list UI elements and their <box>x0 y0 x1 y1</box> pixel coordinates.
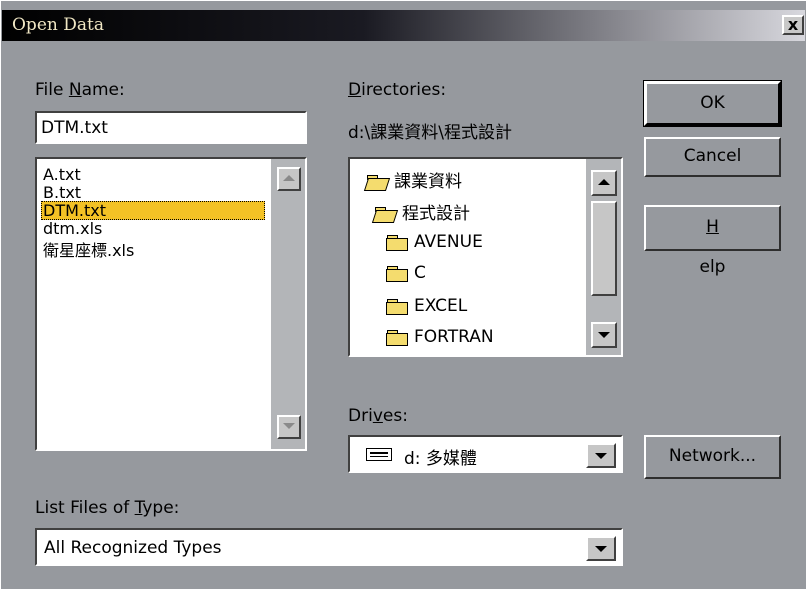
help-button[interactable]: Help <box>644 205 781 277</box>
close-button[interactable]: x <box>782 15 804 35</box>
folder-icon <box>386 234 408 251</box>
file-type-dropdown-button[interactable] <box>586 536 616 561</box>
folder-icon <box>386 265 408 282</box>
open-folder-icon <box>363 174 391 191</box>
file-name-value: DTM.txt <box>41 118 108 138</box>
directory-item[interactable]: EXCEL <box>386 296 467 316</box>
scroll-down-button[interactable] <box>277 415 301 439</box>
file-list-item[interactable]: 衛星座標.xls <box>43 237 134 261</box>
directory-item-label: C <box>414 263 426 283</box>
file-list-item[interactable]: dtm.xls <box>43 219 102 238</box>
scroll-up-button[interactable] <box>277 167 301 191</box>
scroll-up-button[interactable] <box>591 170 617 196</box>
file-type-value: All Recognized Types <box>44 538 222 558</box>
directory-item[interactable]: 程式設計 <box>371 199 470 224</box>
directory-list[interactable]: 課業資料 程式設計 AVENUE C EXCEL FORTRAN <box>348 157 623 357</box>
file-name-label: File Name: <box>35 80 125 100</box>
directory-item-label: FORTRAN <box>414 327 494 347</box>
current-directory-path: d:\課業資料\程式設計 <box>348 123 512 143</box>
drives-label: Drives: <box>348 406 408 426</box>
drives-dropdown[interactable]: d: 多媒體 <box>348 435 623 473</box>
file-type-label: List Files of Type: <box>35 498 180 518</box>
file-name-field[interactable]: DTM.txt <box>35 111 307 144</box>
directory-item-label: 課業資料 <box>394 172 462 192</box>
file-list-item[interactable]: B.txt <box>43 183 81 202</box>
file-list-scrollbar[interactable] <box>271 159 305 449</box>
file-list-item[interactable]: A.txt <box>43 165 81 184</box>
directory-item[interactable]: 課業資料 <box>363 167 462 192</box>
arrow-down-icon <box>598 332 610 338</box>
drives-value: d: 多媒體 <box>404 449 477 469</box>
scroll-down-button[interactable] <box>591 322 617 348</box>
directories-label: Directories: <box>348 80 447 100</box>
drive-icon <box>366 448 392 461</box>
cancel-button[interactable]: Cancel <box>644 137 781 177</box>
chevron-down-icon <box>595 546 607 552</box>
network-button[interactable]: Network... <box>644 435 781 479</box>
ok-button[interactable]: OK <box>643 80 782 127</box>
folder-icon <box>386 298 408 315</box>
window-title: Open Data <box>12 15 104 35</box>
drives-dropdown-button[interactable] <box>586 443 616 468</box>
directory-list-scrollbar[interactable] <box>586 159 621 355</box>
directory-item-label: 程式設計 <box>402 204 470 224</box>
open-data-dialog: Open Data x File Name: DTM.txt A.txt B.t… <box>0 0 807 590</box>
file-list-item-selected[interactable]: DTM.txt <box>41 201 265 220</box>
file-type-dropdown[interactable]: All Recognized Types <box>35 528 623 566</box>
arrow-up-icon <box>283 175 295 181</box>
arrow-up-icon <box>598 179 610 185</box>
title-bar[interactable]: Open Data x <box>2 10 805 41</box>
chevron-down-icon <box>595 453 607 459</box>
directory-item[interactable]: AVENUE <box>386 232 483 252</box>
arrow-down-icon <box>283 423 295 429</box>
directory-item-label: AVENUE <box>414 232 483 252</box>
scroll-thumb[interactable] <box>591 201 617 296</box>
file-list[interactable]: A.txt B.txt DTM.txt dtm.xls 衛星座標.xls <box>35 157 307 451</box>
open-folder-icon <box>371 206 399 223</box>
directory-item-label: EXCEL <box>414 296 468 316</box>
folder-icon <box>386 329 408 346</box>
directory-item[interactable]: C <box>386 263 426 283</box>
directory-item[interactable]: FORTRAN <box>386 327 494 347</box>
